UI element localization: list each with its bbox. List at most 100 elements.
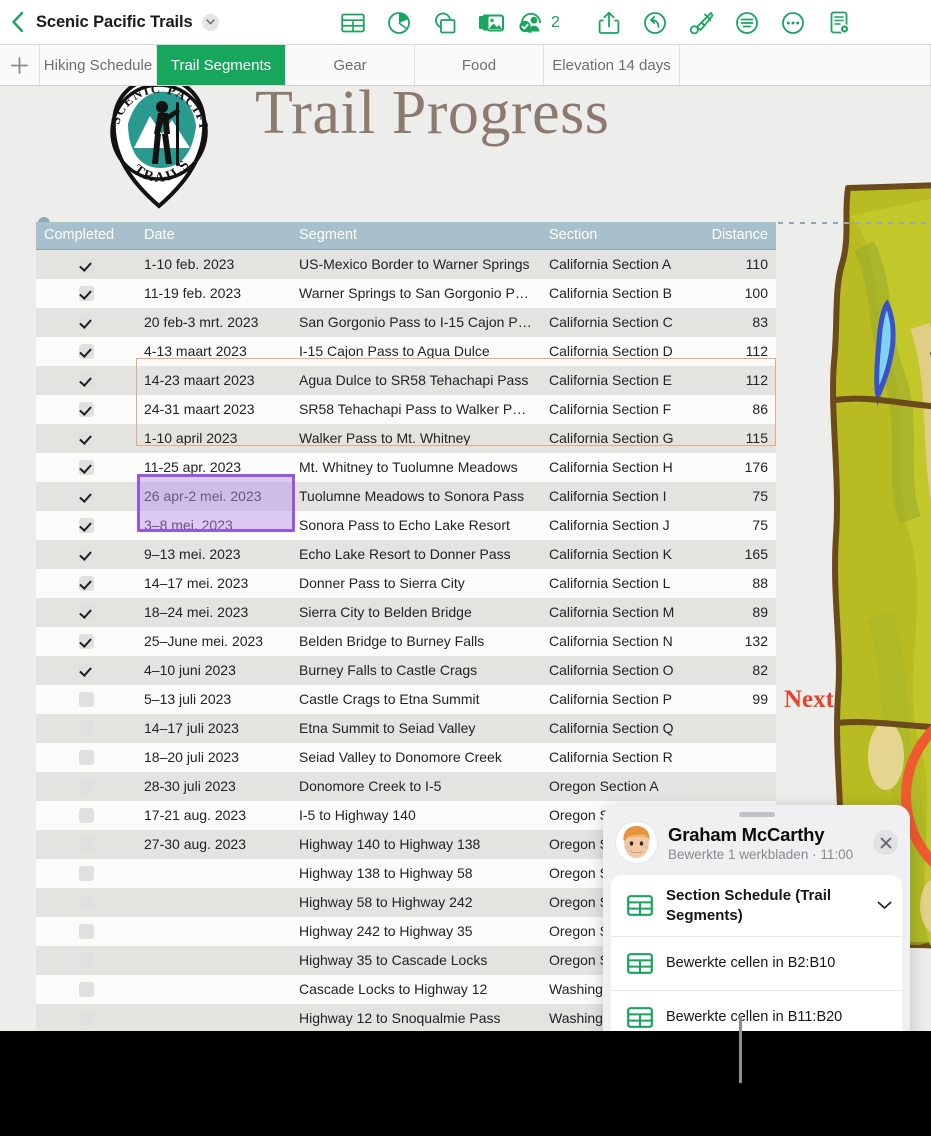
cell-date[interactable] [136, 975, 291, 1004]
cell-date[interactable]: 25–June mei. 2023 [136, 627, 291, 656]
cell-date[interactable]: 3–8 mei. 2023 [136, 511, 291, 540]
cell-date[interactable]: 18–20 juli 2023 [136, 743, 291, 772]
cell-section[interactable]: California Section K [541, 540, 696, 569]
cell-completed[interactable] [36, 685, 136, 714]
cell-section[interactable]: California Section F [541, 395, 696, 424]
cell-completed[interactable] [36, 598, 136, 627]
cell-completed[interactable] [36, 569, 136, 598]
checkbox-unchecked[interactable] [78, 982, 94, 998]
cell-distance[interactable]: 99 [696, 685, 776, 714]
cell-section[interactable]: California Section C [541, 308, 696, 337]
table-row[interactable]: 11-19 feb. 2023 Warner Springs to San Gor… [36, 278, 776, 308]
table-row[interactable]: 20 feb-3 mrt. 2023 San Gorgonio Pass to I… [36, 307, 776, 337]
cell-completed[interactable] [36, 917, 136, 946]
cell-date[interactable]: 27-30 aug. 2023 [136, 830, 291, 859]
sheet-tab-elevation-14-days[interactable]: Elevation 14 days [544, 45, 680, 85]
document-title-menu-button[interactable] [201, 13, 219, 31]
checkbox-checked[interactable] [78, 634, 94, 650]
cell-segment[interactable]: Highway 12 to Snoqualmie Pass [291, 1004, 541, 1032]
popup-change-item-2[interactable]: Bewerkte cellen in B11:B20 [611, 990, 902, 1031]
checkbox-unchecked[interactable] [78, 924, 94, 940]
checkbox-checked[interactable] [78, 576, 94, 592]
cell-section[interactable]: California Section P [541, 685, 696, 714]
cell-distance[interactable] [696, 743, 776, 772]
cell-date[interactable]: 20 feb-3 mrt. 2023 [136, 308, 291, 337]
cell-segment[interactable]: I-5 to Highway 140 [291, 801, 541, 830]
cell-section[interactable]: California Section R [541, 743, 696, 772]
cell-completed[interactable] [36, 540, 136, 569]
table-row[interactable]: 18–20 juli 2023 Seiad Valley to Donomore … [36, 742, 776, 772]
cell-date[interactable]: 14–17 juli 2023 [136, 714, 291, 743]
cell-section[interactable]: California Section L [541, 569, 696, 598]
share-button[interactable] [586, 0, 632, 45]
chevron-down-icon[interactable] [877, 901, 892, 910]
checkbox-checked[interactable] [78, 257, 94, 273]
column-header-date[interactable]: Date [136, 222, 291, 250]
cell-completed[interactable] [36, 627, 136, 656]
cell-completed[interactable] [36, 656, 136, 685]
cell-segment[interactable]: Sierra City to Belden Bridge [291, 598, 541, 627]
cell-date[interactable]: 9–13 mei. 2023 [136, 540, 291, 569]
cell-segment[interactable]: Walker Pass to Mt. Whitney [291, 424, 541, 453]
cell-distance[interactable]: 83 [696, 308, 776, 337]
cell-segment[interactable]: Tuolumne Meadows to Sonora Pass [291, 482, 541, 511]
cell-completed[interactable] [36, 714, 136, 743]
cell-completed[interactable] [36, 946, 136, 975]
cell-date[interactable]: 11-25 apr. 2023 [136, 453, 291, 482]
cell-completed[interactable] [36, 366, 136, 395]
cell-date[interactable] [136, 859, 291, 888]
checkbox-unchecked[interactable] [78, 1011, 94, 1027]
cell-completed[interactable] [36, 279, 136, 308]
cell-section[interactable]: California Section I [541, 482, 696, 511]
checkbox-unchecked[interactable] [78, 953, 94, 969]
sheet-tab-food[interactable]: Food [415, 45, 544, 85]
cell-date[interactable]: 4-13 maart 2023 [136, 337, 291, 366]
checkbox-unchecked[interactable] [78, 692, 94, 708]
cell-distance[interactable]: 75 [696, 511, 776, 540]
cell-completed[interactable] [36, 1004, 136, 1032]
checkbox-checked[interactable] [78, 489, 94, 505]
cell-distance[interactable]: 88 [696, 569, 776, 598]
sheet-tab-hiking-schedule[interactable]: Hiking Schedule [40, 45, 157, 85]
table-row[interactable]: 18–24 mei. 2023 Sierra City to Belden Bri… [36, 597, 776, 627]
checkbox-checked[interactable] [78, 431, 94, 447]
cell-date[interactable] [136, 1004, 291, 1032]
table-row[interactable]: 11-25 apr. 2023 Mt. Whitney to Tuolumne M… [36, 452, 776, 482]
cell-segment[interactable]: Highway 35 to Cascade Locks [291, 946, 541, 975]
cell-distance[interactable]: 132 [696, 627, 776, 656]
table-row[interactable]: 4-13 maart 2023 I-15 Cajon Pass to Agua D… [36, 336, 776, 366]
checkbox-checked[interactable] [78, 663, 94, 679]
cell-date[interactable]: 24-31 maart 2023 [136, 395, 291, 424]
cell-date[interactable] [136, 946, 291, 975]
cell-distance[interactable]: 115 [696, 424, 776, 453]
cell-completed[interactable] [36, 250, 136, 279]
format-button[interactable] [678, 0, 724, 45]
insert-chart-button[interactable] [376, 0, 422, 45]
cell-segment[interactable]: Burney Falls to Castle Crags [291, 656, 541, 685]
popup-drag-handle[interactable] [738, 812, 775, 817]
cell-completed[interactable] [36, 308, 136, 337]
cell-section[interactable]: California Section M [541, 598, 696, 627]
checkbox-checked[interactable] [78, 518, 94, 534]
cell-segment[interactable]: SR58 Tehachapi Pass to Walker Pass [291, 395, 541, 424]
cell-date[interactable] [136, 917, 291, 946]
cell-completed[interactable] [36, 772, 136, 801]
undo-button[interactable] [632, 0, 678, 45]
sheet-tab-trail-segments[interactable]: Trail Segments [157, 45, 286, 85]
table-row[interactable]: 28-30 juli 2023 Donomore Creek to I-5 Oreg… [36, 771, 776, 801]
cell-segment[interactable]: Highway 140 to Highway 138 [291, 830, 541, 859]
checkbox-unchecked[interactable] [78, 866, 94, 882]
table-row[interactable]: 1-10 feb. 2023 US-Mexico Border to Warner… [36, 249, 776, 279]
checkbox-unchecked[interactable] [78, 837, 94, 853]
table-row[interactable]: 25–June mei. 2023 Belden Bridge to Burney… [36, 626, 776, 656]
cell-completed[interactable] [36, 801, 136, 830]
column-header-completed[interactable]: Completed [36, 222, 136, 250]
cell-date[interactable]: 26 apr-2 mei. 2023 [136, 482, 291, 511]
cell-completed[interactable] [36, 482, 136, 511]
cell-distance[interactable] [696, 714, 776, 743]
cell-distance[interactable]: 176 [696, 453, 776, 482]
cell-section[interactable]: California Section G [541, 424, 696, 453]
table-row[interactable]: 1-10 april 2023 Walker Pass to Mt. Whitne… [36, 423, 776, 453]
cell-segment[interactable]: Highway 242 to Highway 35 [291, 917, 541, 946]
document-options-button[interactable] [816, 0, 862, 45]
